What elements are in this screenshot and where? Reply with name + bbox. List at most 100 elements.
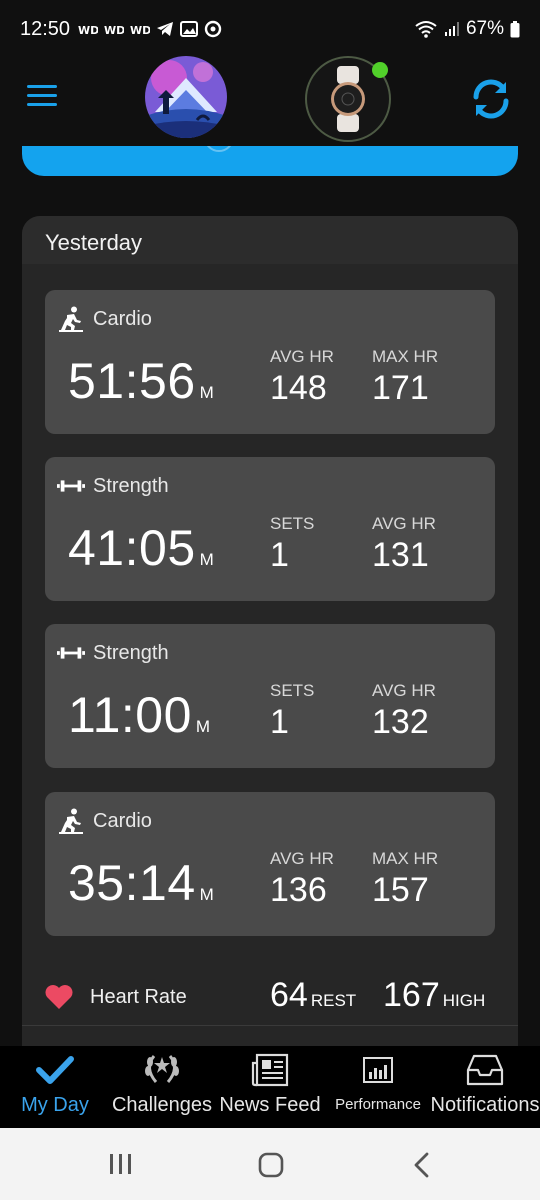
wd-notification-icon: WD	[130, 24, 150, 36]
activity-stat-1: AVG HR 148	[270, 347, 334, 408]
yesterday-card: Yesterday Cardio 51:56 M AVG HR 148 MAX H…	[22, 216, 518, 1046]
performance-chart-icon	[362, 1046, 394, 1094]
stat-value: 1	[270, 703, 289, 741]
back-button[interactable]	[412, 1152, 432, 1183]
heart-rate-high: 167 HIGH	[383, 976, 486, 1014]
device-connected-indicator	[372, 62, 388, 78]
signal-icon	[444, 22, 459, 36]
nav-label: Challenges	[111, 1094, 213, 1116]
banner-card[interactable]	[22, 146, 518, 176]
gallery-icon	[180, 21, 198, 37]
activity-card-strength[interactable]: Strength 41:05 M SETS 1 AVG HR 131	[45, 457, 495, 601]
activity-duration: 35:14 M	[68, 855, 215, 911]
heart-rate-row[interactable]: Heart Rate 64 REST 167 HIGH	[22, 968, 518, 1026]
sync-icon	[473, 79, 509, 119]
nav-label: News Feed	[219, 1094, 321, 1116]
cardio-stairs-icon	[57, 808, 85, 834]
app-notification-icon	[204, 20, 222, 38]
stat-label: SETS	[270, 681, 315, 700]
app-header	[0, 56, 540, 146]
activity-duration: 11:00 M	[68, 687, 211, 743]
stat-value: 157	[372, 871, 429, 909]
nav-challenges[interactable]: Challenges	[110, 1046, 214, 1128]
battery-percentage: 67%	[465, 18, 504, 39]
main-scroll-area[interactable]: Yesterday Cardio 51:56 M AVG HR 148 MAX H…	[0, 146, 540, 1046]
activity-title: Strength	[57, 473, 169, 499]
wd-notification-icon: WD	[104, 24, 124, 36]
home-button[interactable]	[258, 1152, 284, 1183]
status-bar: 12:50 WD WD WD 67%	[0, 0, 540, 56]
profile-avatar[interactable]	[145, 56, 227, 138]
activity-type: Strength	[93, 474, 169, 497]
wifi-icon	[415, 21, 437, 38]
nav-label: Performance	[335, 1096, 421, 1113]
heart-rate-label: Heart Rate	[90, 986, 187, 1008]
stat-value: 132	[372, 703, 429, 741]
nav-label: Notifications	[430, 1094, 540, 1116]
wd-notification-icon: WD	[78, 24, 98, 36]
stat-label: SETS	[270, 514, 315, 533]
telegram-icon	[157, 22, 173, 36]
stat-label: AVG HR	[372, 514, 436, 533]
inbox-tray-icon	[466, 1046, 504, 1094]
activity-stat-2: MAX HR 171	[372, 347, 438, 408]
nav-label: My Day	[21, 1094, 89, 1116]
menu-button[interactable]	[26, 82, 58, 110]
activity-stat-1: AVG HR 136	[270, 849, 334, 910]
svg-text:WD: WD	[104, 24, 124, 36]
nav-my-day[interactable]: My Day	[14, 1046, 96, 1128]
cardio-stairs-icon	[57, 306, 85, 332]
stat-value: 136	[270, 871, 327, 909]
battery-icon	[510, 20, 520, 37]
nav-performance[interactable]: Performance	[330, 1046, 426, 1128]
activity-card-cardio[interactable]: Cardio 51:56 M AVG HR 148 MAX HR 171	[45, 290, 495, 434]
activity-stat-2: MAX HR 157	[372, 849, 438, 910]
mountain-avatar-icon	[145, 56, 227, 138]
svg-text:WD: WD	[78, 24, 98, 36]
activity-stat-1: SETS 1	[270, 514, 314, 575]
stat-label: MAX HR	[372, 347, 439, 366]
bottom-nav: My Day Challenges News Feed Performance …	[0, 1046, 540, 1128]
status-time: 12:50	[20, 18, 71, 40]
activity-card-cardio[interactable]: Cardio 35:14 M AVG HR 136 MAX HR 157	[45, 792, 495, 936]
stat-label: MAX HR	[372, 849, 439, 868]
newspaper-icon	[251, 1046, 289, 1094]
yesterday-title: Yesterday	[22, 216, 518, 264]
stat-value: 171	[372, 369, 429, 407]
svg-text:WD: WD	[130, 24, 150, 36]
dumbbell-icon	[57, 640, 85, 666]
nav-notifications[interactable]: Notifications	[430, 1046, 540, 1128]
activity-type: Strength	[93, 641, 169, 664]
home-icon	[258, 1152, 284, 1178]
nav-news-feed[interactable]: News Feed	[218, 1046, 322, 1128]
stat-label: AVG HR	[372, 681, 436, 700]
heart-icon	[44, 984, 74, 1015]
sync-button[interactable]	[468, 76, 514, 122]
activity-title: Cardio	[57, 306, 152, 332]
status-notification-icons: WD WD WD	[78, 20, 222, 38]
recent-apps-icon	[110, 1154, 131, 1174]
status-system-icons: 67%	[414, 18, 520, 40]
hamburger-menu-icon	[27, 85, 57, 106]
banner-info-icon	[204, 146, 234, 152]
stat-value: 1	[270, 536, 289, 574]
activity-duration: 51:56 M	[68, 353, 215, 409]
activity-stat-1: SETS 1	[270, 681, 314, 742]
stat-label: AVG HR	[270, 849, 334, 868]
activity-stat-2: AVG HR 132	[372, 681, 436, 742]
checkmark-icon	[36, 1046, 74, 1094]
heart-rate-rest: 64 REST	[270, 976, 357, 1014]
laurel-icon	[142, 1046, 182, 1094]
recent-apps-button[interactable]	[108, 1152, 134, 1181]
dumbbell-icon	[57, 473, 85, 499]
stat-value: 131	[372, 536, 429, 574]
activity-title: Strength	[57, 640, 169, 666]
activity-card-strength[interactable]: Strength 11:00 M SETS 1 AVG HR 132	[45, 624, 495, 768]
activity-stat-2: AVG HR 131	[372, 514, 436, 575]
activity-type: Cardio	[93, 809, 152, 832]
back-icon	[414, 1152, 429, 1178]
stat-value: 148	[270, 369, 327, 407]
system-navigation-bar	[0, 1128, 540, 1200]
activity-title: Cardio	[57, 808, 152, 834]
activity-duration: 41:05 M	[68, 520, 215, 576]
